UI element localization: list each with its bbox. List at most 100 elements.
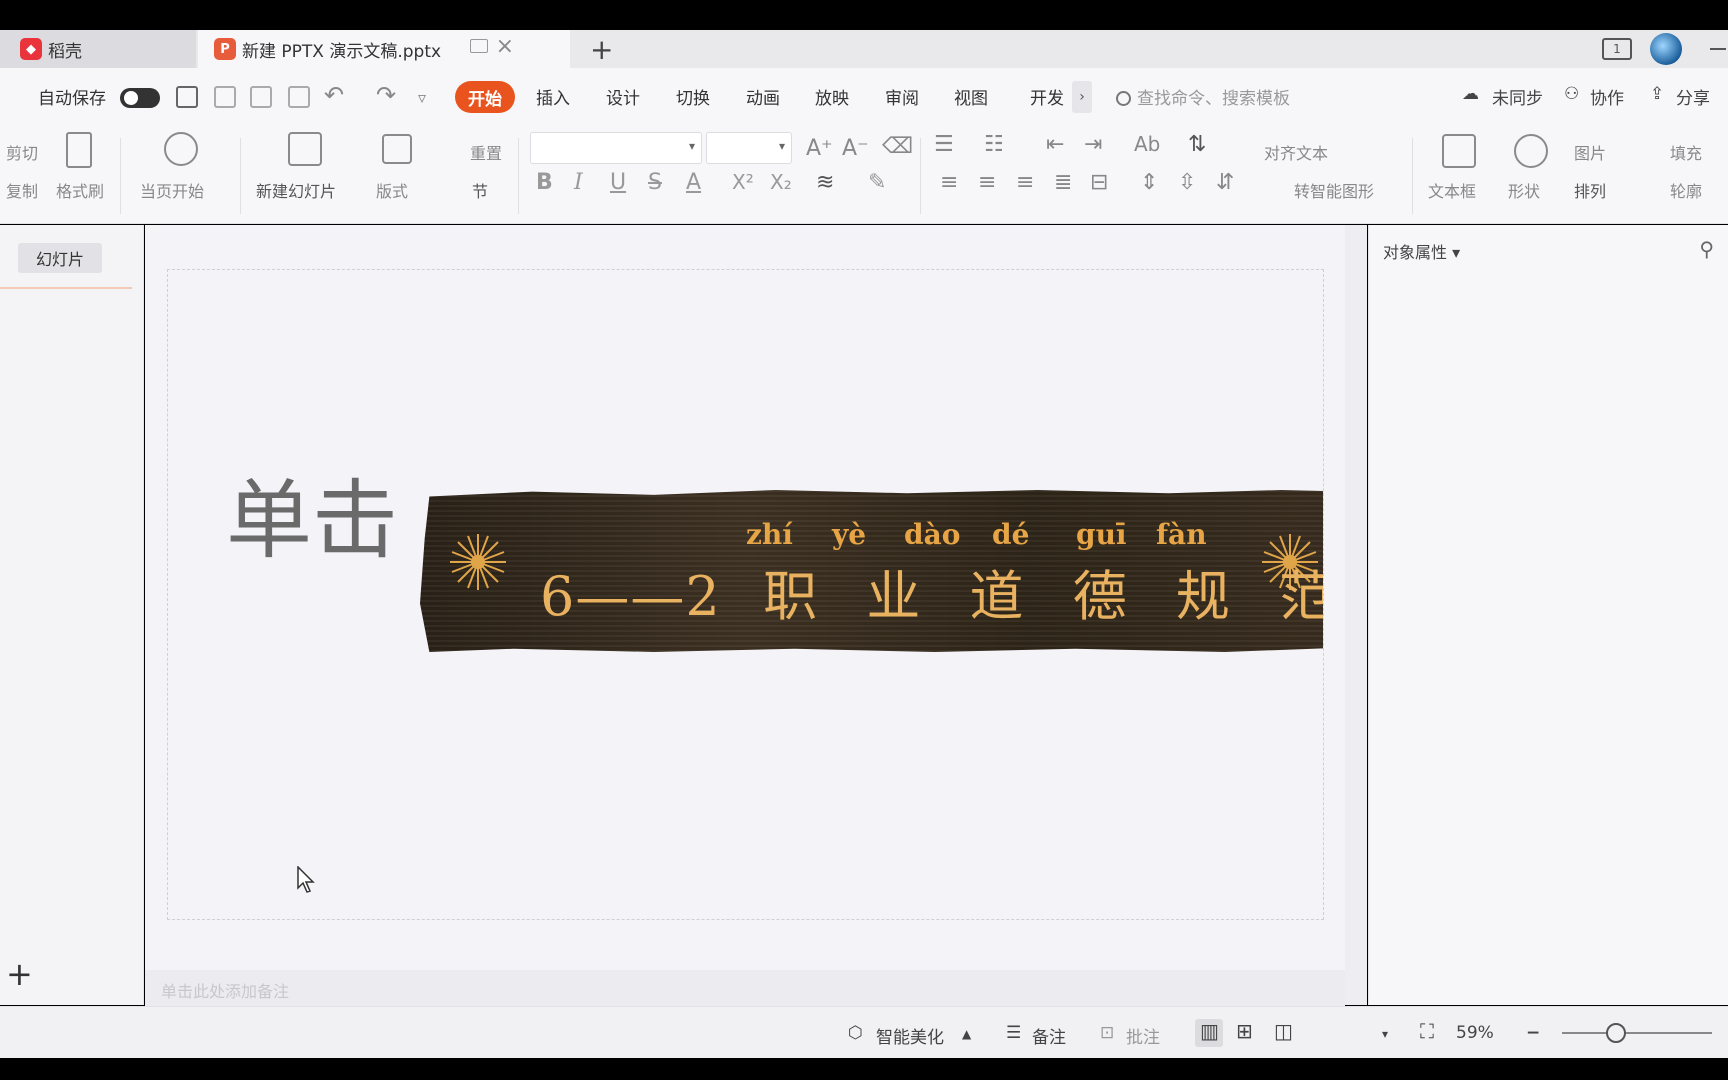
numbering-icon[interactable]: ☷: [984, 132, 1004, 157]
copy-button[interactable]: 复制: [6, 178, 38, 202]
italic-button[interactable]: I: [574, 170, 583, 195]
align-center-icon[interactable]: ≡: [978, 170, 996, 195]
line-spacing-icon[interactable]: ⇕: [1140, 170, 1158, 195]
smart-beautify-button[interactable]: 智能美化: [876, 1023, 944, 1048]
play-dropdown-icon[interactable]: ▾: [1382, 1027, 1388, 1041]
export-pdf-icon[interactable]: [214, 86, 236, 108]
tab-review[interactable]: 审阅: [885, 84, 919, 109]
reset-button[interactable]: 重置: [470, 140, 502, 164]
print-icon[interactable]: [250, 86, 272, 108]
new-slide-icon: [288, 132, 322, 166]
outline-button[interactable]: 轮廓: [1670, 178, 1702, 202]
tab-insert[interactable]: 插入: [536, 84, 570, 109]
presentation-file-icon: P: [214, 38, 236, 60]
clear-format-icon[interactable]: ⌫: [882, 134, 913, 159]
font-size-select[interactable]: [706, 132, 792, 164]
tab-home[interactable]: 开始: [455, 81, 515, 113]
comments-button[interactable]: 批注: [1126, 1023, 1160, 1048]
bullets-icon[interactable]: ☰: [934, 132, 954, 157]
customize-quick-access-icon[interactable]: ▿: [418, 88, 426, 107]
tab-transitions[interactable]: 切换: [676, 84, 710, 109]
smart-shape-button[interactable]: 转智能图形: [1294, 178, 1374, 202]
properties-title[interactable]: 对象属性 ▾: [1383, 239, 1460, 263]
tab-slideshow[interactable]: 放映: [815, 84, 849, 109]
collaborate-button[interactable]: 协作: [1590, 84, 1624, 109]
close-tab-icon[interactable]: ×: [496, 34, 514, 59]
more-tabs-button[interactable]: ›: [1072, 81, 1092, 113]
highlight-icon[interactable]: ✎: [868, 170, 886, 195]
decrease-indent-icon[interactable]: ⇤: [1046, 132, 1064, 157]
layout-button[interactable]: 版式: [376, 178, 408, 202]
reading-view-icon[interactable]: ◫: [1274, 1019, 1293, 1043]
text-direction-icon[interactable]: Ab: [1134, 132, 1160, 156]
share-button[interactable]: 分享: [1676, 84, 1710, 109]
notes-toggle-button[interactable]: 备注: [1032, 1023, 1066, 1048]
add-slide-button[interactable]: +: [6, 955, 33, 993]
distribute-icon[interactable]: ⊟: [1090, 170, 1108, 195]
tab-animations[interactable]: 动画: [746, 84, 780, 109]
fit-window-icon[interactable]: ⛶: [1420, 1019, 1434, 1043]
window-layout-icon[interactable]: 1: [1602, 38, 1632, 60]
picture-button[interactable]: 图片: [1574, 140, 1606, 164]
pin-tab-icon[interactable]: [470, 39, 488, 53]
zoom-slider[interactable]: [1562, 1032, 1712, 1034]
underline-button[interactable]: U: [610, 170, 626, 195]
format-painter-button[interactable]: 格式刷: [56, 178, 104, 202]
increase-indent-icon[interactable]: ⇥: [1084, 132, 1102, 157]
slide-sorter-icon[interactable]: ⊞: [1236, 1019, 1253, 1043]
notes-input[interactable]: 单击此处添加备注: [145, 970, 1345, 1006]
sync-status[interactable]: 未同步: [1492, 84, 1543, 109]
undo-icon[interactable]: ↶: [324, 81, 344, 109]
zoom-level[interactable]: 59%: [1456, 1023, 1494, 1043]
title-char: 范: [1264, 552, 1323, 631]
align-right-icon[interactable]: ≡: [1016, 170, 1034, 195]
new-tab-button[interactable]: +: [590, 30, 613, 68]
font-color-button[interactable]: A: [686, 170, 701, 195]
divider: [518, 138, 519, 214]
paragraph-spacing-icon[interactable]: ⇳: [1178, 170, 1196, 195]
font-family-select[interactable]: [530, 132, 702, 164]
tab-view[interactable]: 视图: [954, 84, 988, 109]
title-placeholder[interactable]: 单击: [226, 450, 398, 575]
tab-design[interactable]: 设计: [606, 84, 640, 109]
tab-developer[interactable]: 开发: [1030, 84, 1064, 109]
minimize-icon[interactable]: [1710, 48, 1726, 50]
shrink-font-button[interactable]: A⁻: [842, 136, 869, 161]
align-text-button[interactable]: 对齐文本: [1264, 140, 1328, 164]
char-spacing-icon[interactable]: ≋: [816, 170, 834, 195]
print-preview-icon[interactable]: [288, 86, 310, 108]
comment-icon: ⊡: [1100, 1023, 1115, 1043]
new-slide-button[interactable]: 新建幻灯片: [256, 178, 336, 202]
ribbon: 剪切 复制 格式刷 当页开始 新建幻灯片 版式 重置 节 A⁺ A⁻ ⌫ B I…: [0, 128, 1728, 224]
justify-icon[interactable]: ≣: [1054, 170, 1072, 195]
zoom-slider-handle[interactable]: [1606, 1023, 1626, 1043]
avatar[interactable]: [1650, 33, 1682, 65]
zoom-out-icon[interactable]: −: [1526, 1023, 1540, 1043]
subscript-button[interactable]: X₂: [770, 170, 792, 194]
fill-button[interactable]: 填充: [1670, 140, 1702, 164]
textbox-button[interactable]: 文本框: [1428, 178, 1476, 202]
columns-icon[interactable]: ⇵: [1216, 170, 1234, 195]
bold-button[interactable]: B: [536, 170, 553, 195]
sort-icon[interactable]: ⇅: [1188, 132, 1206, 157]
title-banner-image[interactable]: zhí yè dào dé guī fàn 6——2 职 业 道 德 规 范: [420, 490, 1323, 652]
pin-panel-icon[interactable]: ⚲: [1699, 237, 1714, 261]
align-left-icon[interactable]: ≡: [940, 170, 958, 195]
arrange-button[interactable]: 排列: [1574, 178, 1606, 202]
superscript-button[interactable]: X²: [732, 170, 754, 194]
play-from-current-button[interactable]: 当页开始: [140, 178, 204, 202]
shape-button[interactable]: 形状: [1508, 178, 1540, 202]
section-button[interactable]: 节: [472, 178, 488, 202]
slide[interactable]: 单击 zhí yè dào dé guī fàn 6——2 职 业 道 德 规: [167, 269, 1324, 920]
save-icon[interactable]: [176, 86, 198, 108]
tab-document[interactable]: P 新建 PPTX 演示文稿.pptx ×: [198, 30, 570, 68]
command-search[interactable]: 查找命令、搜索模板: [1116, 84, 1290, 109]
tab-docer[interactable]: ◆ 稻壳: [0, 30, 196, 68]
grow-font-button[interactable]: A⁺: [806, 136, 833, 161]
slides-tab[interactable]: 幻灯片: [18, 243, 102, 273]
strikethrough-button[interactable]: S: [648, 170, 662, 195]
autosave-toggle[interactable]: [120, 88, 160, 108]
cut-button[interactable]: 剪切: [6, 140, 38, 164]
vertical-scrollbar[interactable]: [1345, 225, 1367, 1005]
redo-icon[interactable]: ↷: [376, 81, 396, 109]
